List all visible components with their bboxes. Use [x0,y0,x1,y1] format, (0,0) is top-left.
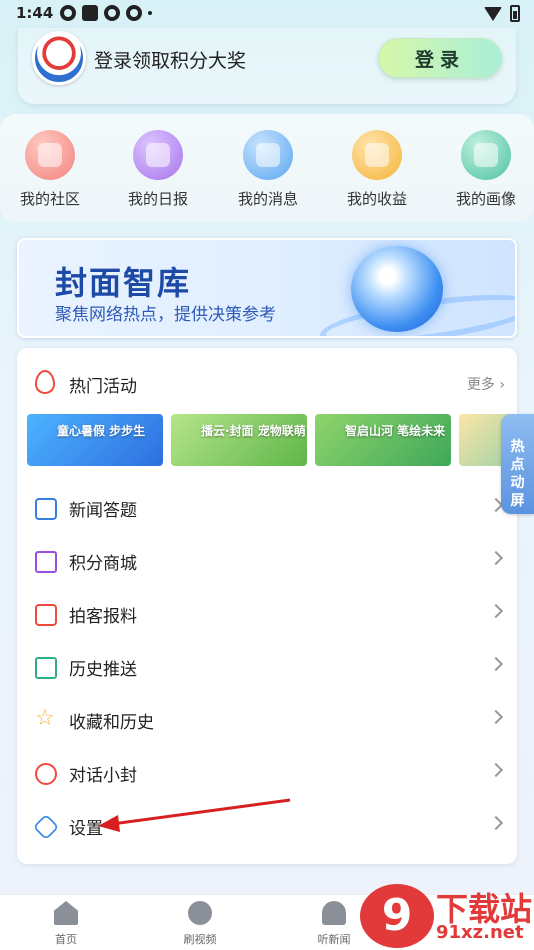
login-prompt[interactable]: 登录领取积分大奖 [94,46,246,73]
hot-activities-header: 热门活动 更多 › [35,370,505,397]
earnings-icon [352,130,402,180]
menu-list-card: 热门活动 更多 › 童心暑假 步步生 播云·封面 宠物联萌 智启山河 笔绘未来 … [17,348,517,864]
profile-icon [461,130,511,180]
activity-thumbnail[interactable]: 童心暑假 步步生 [27,414,163,466]
app-notification-icon [82,5,98,21]
activity-thumbnails: 童心暑假 步步生 播云·封面 宠物联萌 智启山河 笔绘未来 [27,414,517,466]
chevron-right-icon [488,603,504,619]
status-time: 1:44 [16,4,54,22]
star-icon: ☆ [35,706,55,731]
wifi-icon [484,6,502,21]
home-icon [54,901,78,925]
activity-thumbnail-text: 播云·封面 宠物联萌 [201,424,306,438]
activity-thumbnail[interactable]: 播云·封面 宠物联萌 [171,414,307,466]
quick-item-earnings[interactable]: 我的收益 [327,130,427,209]
fire-icon [35,370,55,394]
quick-item-messages[interactable]: 我的消息 [218,130,318,209]
quick-menu: 我的社区 我的日报 我的消息 我的收益 我的画像 [0,114,534,222]
menu-item-chat-bot[interactable]: 对话小封 [35,753,504,793]
headphones-icon [322,901,346,925]
quick-item-label: 我的消息 [237,190,298,208]
menu-item-label: 设置 [69,819,103,839]
chevron-right-icon [488,550,504,566]
battery-icon [510,5,520,22]
menu-item-photo-report[interactable]: 拍客报料 [35,594,504,634]
avatar[interactable] [32,31,86,85]
quick-item-profile[interactable]: 我的画像 [436,130,534,209]
activity-thumbnail-text: 智启山河 笔绘未来 [345,424,446,438]
login-button[interactable]: 登录 [378,38,502,78]
notification-icons [60,5,152,21]
chevron-right-icon [488,815,504,831]
quick-item-community[interactable]: 我的社区 [0,130,100,209]
site-watermark: 9 下载站 91xz.net [360,884,534,950]
globe-icon [351,246,443,332]
menu-item-label: 收藏和历史 [69,713,154,733]
menu-item-news-quiz[interactable]: 新闻答题 [35,488,504,528]
menu-item-label: 积分商城 [69,554,137,574]
chevron-right-icon [488,709,504,725]
nav-listen-news[interactable]: 听新闻 [304,901,364,947]
nav-videos[interactable]: 刷视频 [170,901,230,947]
app-notification-icon [126,5,142,21]
quick-item-label: 我的收益 [346,190,407,208]
login-card: 登录领取积分大奖 登录 [18,28,516,104]
more-link[interactable]: 更多 › [467,374,505,394]
side-tab-char: 动 [510,475,525,491]
side-tab-char: 点 [510,457,525,473]
shopping-bag-icon [35,551,57,573]
menu-item-label: 历史推送 [69,660,137,680]
side-tab-char: 热 [510,439,525,455]
nav-label: 首页 [55,933,77,946]
menu-item-label: 新闻答题 [69,501,137,521]
chat-bot-icon [35,763,57,785]
settings-icon [32,813,60,841]
app-notification-icon [60,5,76,21]
message-icon [243,130,293,180]
watermark-logo: 9 [360,884,434,948]
menu-item-settings[interactable]: 设置 [32,806,504,846]
status-bar: 1:44 [0,0,534,28]
banner-title: 封面智库 [55,264,192,302]
community-icon [25,130,75,180]
activity-thumbnail[interactable]: 智启山河 笔绘未来 [315,414,451,466]
hot-screen-side-tab[interactable]: 热 点 动 屏 [501,414,534,514]
chevron-right-icon [488,762,504,778]
menu-item-push-history[interactable]: 历史推送 [35,647,504,687]
menu-item-label: 拍客报料 [69,607,137,627]
quick-item-daily-report[interactable]: 我的日报 [108,130,208,209]
quick-item-label: 我的社区 [19,190,80,208]
activity-thumbnail-text: 童心暑假 步步生 [57,424,146,438]
chevron-right-icon [488,656,504,672]
quiz-icon [35,498,57,520]
think-tank-banner[interactable]: 封面智库 聚焦网络热点，提供决策参考 [17,238,517,338]
system-icons [484,5,520,22]
camera-icon [35,604,57,626]
quick-item-label: 我的画像 [455,190,516,208]
app-notification-icon [104,5,120,21]
watermark-url: 91xz.net [436,922,524,943]
quick-item-label: 我的日报 [127,190,188,208]
side-tab-char: 屏 [510,493,525,509]
banner-subtitle: 聚焦网络热点，提供决策参考 [55,305,276,325]
menu-item-favorites-history[interactable]: ☆ 收藏和历史 [35,700,504,740]
nav-label: 刷视频 [183,933,217,946]
calendar-icon [35,657,57,679]
menu-item-points-mall[interactable]: 积分商城 [35,541,504,581]
nav-home[interactable]: 首页 [36,901,96,947]
more-notifications-icon [148,11,152,15]
daily-report-icon [133,130,183,180]
menu-item-label: 对话小封 [69,766,137,786]
video-play-icon [188,901,212,925]
hot-activities-title: 热门活动 [69,377,137,397]
nav-label: 听新闻 [317,933,351,946]
